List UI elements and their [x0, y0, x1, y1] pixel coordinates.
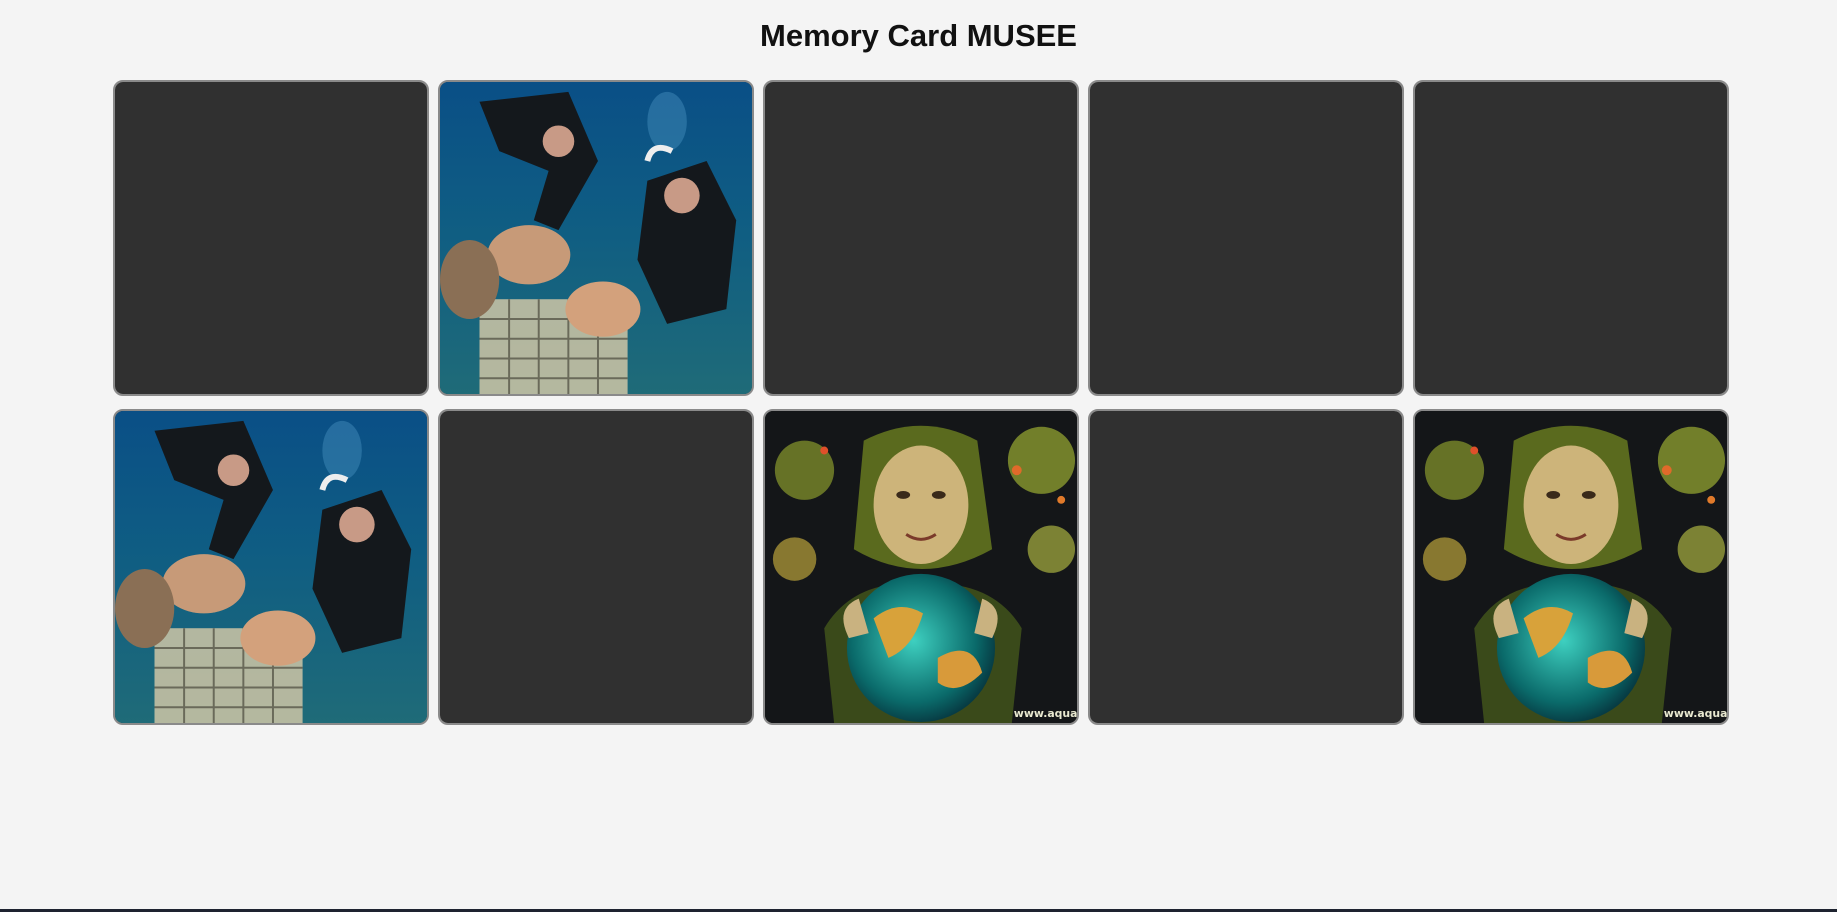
memory-card-7[interactable]	[438, 409, 754, 725]
card-back	[1415, 82, 1727, 394]
page-title: Memory Card MUSEE	[760, 18, 1077, 53]
memory-card-6[interactable]	[113, 409, 429, 725]
card-back	[1090, 82, 1402, 394]
card-back	[115, 82, 427, 394]
memory-card-4[interactable]	[1088, 80, 1404, 396]
earth-goddess-image: www.aqua	[765, 411, 1077, 723]
card-back	[1090, 411, 1402, 723]
earth-goddess-image: www.aqua	[1415, 411, 1727, 723]
memory-card-8[interactable]: www.aqua	[763, 409, 1079, 725]
memory-card-9[interactable]	[1088, 409, 1404, 725]
memory-card-1[interactable]	[113, 80, 429, 396]
card-watermark: www.aqua	[1664, 707, 1727, 720]
memory-card-3[interactable]	[763, 80, 1079, 396]
game-page: Memory Card MUSEE www.aqua www.aqua	[0, 0, 1837, 912]
memory-card-10[interactable]: www.aqua	[1413, 409, 1729, 725]
memory-card-5[interactable]	[1413, 80, 1729, 396]
coral-divers-image	[115, 411, 427, 723]
card-grid: www.aqua www.aqua	[113, 80, 1729, 725]
memory-card-2[interactable]	[438, 80, 754, 396]
card-back	[765, 82, 1077, 394]
card-back	[440, 411, 752, 723]
coral-divers-image	[440, 82, 752, 394]
card-watermark: www.aqua	[1014, 707, 1077, 720]
